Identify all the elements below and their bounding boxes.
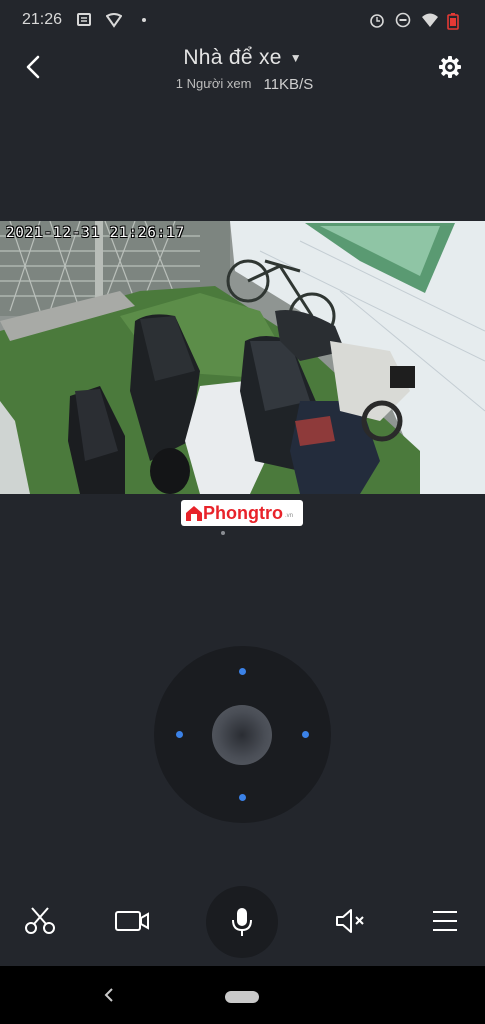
nav-back-button[interactable] xyxy=(98,984,120,1006)
house-icon xyxy=(186,506,202,521)
gear-icon xyxy=(439,56,461,78)
settings-button[interactable] xyxy=(435,52,465,82)
system-nav-bar xyxy=(0,966,485,1024)
camera-frame-image xyxy=(0,221,485,494)
microphone-icon xyxy=(232,908,252,936)
ptz-down-button[interactable] xyxy=(239,794,246,801)
bottom-toolbar xyxy=(0,884,485,964)
stream-info: 1 Người xem 11KB/S xyxy=(0,76,485,93)
camera-selector[interactable]: Nhà để xe ▼ xyxy=(183,46,301,70)
status-time: 21:26 xyxy=(22,11,63,28)
screenshot-button[interactable] xyxy=(10,884,70,958)
caret-down-icon: ▼ xyxy=(289,51,302,65)
mute-button[interactable] xyxy=(320,884,380,958)
bitrate: 11KB/S xyxy=(263,76,314,93)
menu-icon xyxy=(433,911,457,931)
ptz-left-button[interactable] xyxy=(176,731,183,738)
wifi-icon xyxy=(421,12,438,28)
status-bar: 21:26 xyxy=(0,0,485,40)
alarm-icon xyxy=(369,12,385,28)
video-timestamp: 2021-12-31 21:26:17 xyxy=(6,225,186,241)
scissors-icon xyxy=(25,907,55,934)
ptz-joystick[interactable] xyxy=(154,646,331,823)
dnd-icon xyxy=(395,12,411,28)
page-title: Nhà để xe xyxy=(183,46,282,69)
dot-icon xyxy=(136,12,152,28)
watermark-logo: Phongtro .vn xyxy=(181,500,303,526)
viewer-count: 1 Người xem xyxy=(175,76,252,91)
watermark-brand: Phongtro xyxy=(203,502,283,523)
message-icon xyxy=(76,12,92,28)
talk-button[interactable] xyxy=(206,886,278,958)
ptz-up-button[interactable] xyxy=(239,668,246,675)
mute-icon xyxy=(336,909,364,933)
more-menu-button[interactable] xyxy=(415,884,475,958)
nav-back-icon xyxy=(104,988,113,1002)
page-indicator-dot xyxy=(221,531,225,535)
vpn-icon xyxy=(105,12,123,28)
nav-home-pill[interactable] xyxy=(225,991,259,1003)
ptz-center-knob[interactable] xyxy=(212,705,272,765)
header: Nhà để xe ▼ 1 Người xem 11KB/S xyxy=(0,40,485,100)
battery-low-icon xyxy=(447,12,463,30)
record-button[interactable] xyxy=(102,884,162,958)
watermark-suffix: .vn xyxy=(284,513,293,519)
ptz-right-button[interactable] xyxy=(302,731,309,738)
camera-feed[interactable]: 2021-12-31 21:26:17 xyxy=(0,221,485,494)
video-record-icon xyxy=(115,911,149,931)
